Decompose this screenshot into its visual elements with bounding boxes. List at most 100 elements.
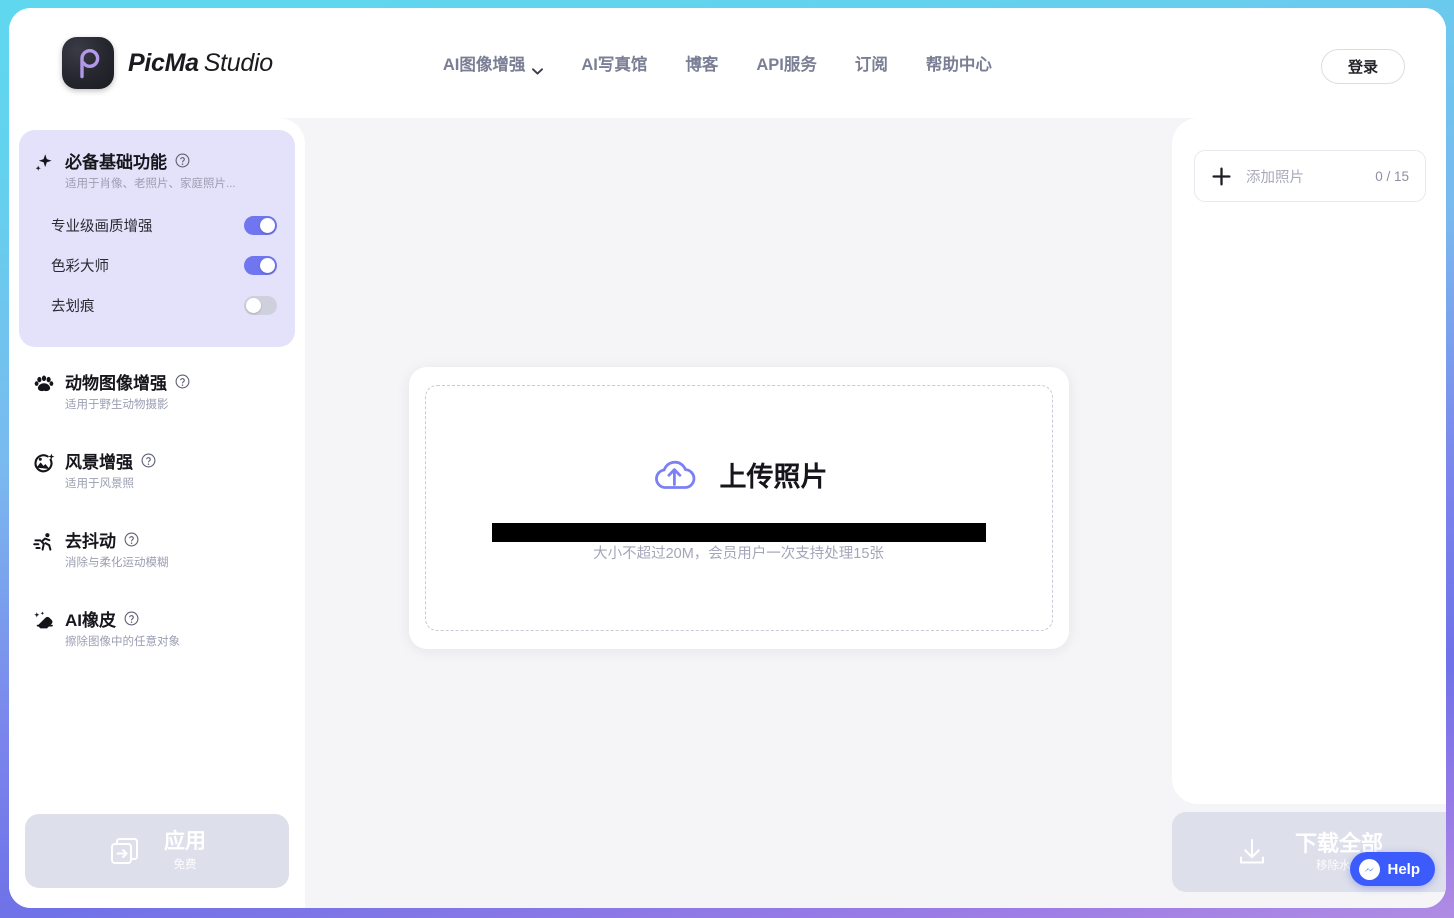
feature-title: 去抖动	[65, 527, 116, 552]
feature-title: 必备基础功能	[65, 148, 167, 173]
main-navigation: AI图像增强 AI写真馆 博客 API服务 订阅	[443, 51, 992, 75]
brand-name-main: PicMa	[128, 49, 199, 77]
sidebar-item-animal-enhance[interactable]: 动物图像增强 适用于野生动物摄影	[19, 351, 295, 426]
app-window: PicMaStudio AI图像增强 AI写真馆 博客	[9, 8, 1446, 908]
feature-title: 动物图像增强	[65, 369, 167, 394]
nav-label: 博客	[685, 51, 718, 75]
nav-item-help-center[interactable]: 帮助中心	[926, 51, 992, 75]
toggle-label: 去划痕	[51, 295, 95, 316]
toggle-switch-pro-quality[interactable]	[244, 216, 277, 235]
feature-subtitle: 适用于肖像、老照片、家庭照片...	[65, 175, 236, 191]
question-circle-icon[interactable]	[124, 611, 139, 626]
nav-label: AI图像增强	[443, 51, 526, 75]
login-button-label: 登录	[1348, 56, 1378, 77]
toggle-row-pro-quality: 专业级画质增强	[51, 205, 277, 245]
feature-subtitle: 擦除图像中的任意对象	[65, 633, 180, 649]
toggle-row-descratch: 去划痕	[51, 285, 277, 325]
feature-subtitle: 适用于野生动物摄影	[65, 396, 190, 412]
feature-header: 必备基础功能 适用于肖像、老照片、家	[33, 148, 281, 191]
picma-p-logo-icon	[62, 37, 114, 89]
photo-list-card: 添加照片 0 / 15	[1172, 118, 1446, 804]
add-photo-label: 添加照片	[1246, 166, 1375, 187]
toggle-switch-descratch[interactable]	[244, 296, 277, 315]
nav-item-subscription[interactable]: 订阅	[855, 51, 888, 75]
upload-card: 上传照片 大小不超过20M，会员用户一次支持处理15张	[409, 367, 1069, 649]
feature-subtitle: 适用于风景照	[65, 475, 156, 491]
feature-sidebar: 必备基础功能 适用于肖像、老照片、家	[9, 118, 305, 908]
apply-button[interactable]: 应用 免费	[25, 814, 289, 888]
sidebar-item-ai-eraser[interactable]: AI橡皮 擦除图像中的任意对象	[19, 588, 295, 663]
cloud-upload-icon	[650, 454, 698, 496]
feature-text-block: AI橡皮 擦除图像中的任意对象	[65, 606, 180, 649]
feature-header: 风景增强 适用于风景照	[33, 448, 281, 491]
nav-item-api-service[interactable]: API服务	[756, 51, 817, 75]
feature-text-block: 去抖动 消除与柔化运动模糊	[65, 527, 169, 570]
feature-title: AI橡皮	[65, 606, 116, 631]
toggle-knob	[246, 298, 261, 313]
site-header: PicMaStudio AI图像增强 AI写真馆 博客	[9, 8, 1446, 118]
feature-header: 动物图像增强 适用于野生动物摄影	[33, 369, 281, 412]
photo-queue-panel: 添加照片 0 / 15 下载全部 移除水印	[1172, 118, 1446, 908]
feature-text-block: 动物图像增强 适用于野生动物摄影	[65, 369, 190, 412]
apply-button-sublabel: 免费	[164, 856, 206, 872]
nav-item-ai-portrait[interactable]: AI写真馆	[581, 51, 647, 75]
nav-label: AI写真馆	[581, 51, 647, 75]
toggle-switch-color-master[interactable]	[244, 256, 277, 275]
upload-title: 上传照片	[720, 455, 828, 494]
landscape-sparkle-icon	[33, 452, 55, 474]
feature-title-line: AI橡皮	[65, 606, 180, 631]
feature-title-line: 风景增强	[65, 448, 156, 473]
nav-item-ai-image-enhance[interactable]: AI图像增强	[443, 51, 544, 75]
upload-hint: 大小不超过20M，会员用户一次支持处理15张	[593, 542, 884, 563]
toggle-label: 色彩大师	[51, 255, 109, 276]
feature-header: AI橡皮 擦除图像中的任意对象	[33, 606, 281, 649]
feature-header: 去抖动 消除与柔化运动模糊	[33, 527, 281, 570]
question-circle-icon[interactable]	[141, 453, 156, 468]
feature-text-block: 风景增强 适用于风景照	[65, 448, 156, 491]
apply-button-texts: 应用 免费	[164, 830, 206, 871]
running-person-icon	[33, 531, 55, 553]
toggle-label: 专业级画质增强	[51, 215, 153, 236]
apply-arrow-icon	[108, 834, 142, 868]
photo-count-badge: 0 / 15	[1375, 169, 1409, 184]
question-circle-icon[interactable]	[175, 153, 190, 168]
feature-text-block: 必备基础功能 适用于肖像、老照片、家	[65, 148, 236, 191]
question-circle-icon[interactable]	[124, 532, 139, 547]
feature-list: 必备基础功能 适用于肖像、老照片、家	[19, 130, 295, 814]
upload-hint-wrap: 大小不超过20M，会员用户一次支持处理15张	[492, 542, 986, 563]
messenger-icon	[1359, 859, 1380, 880]
apply-button-label: 应用	[164, 830, 206, 854]
sidebar-item-essential-features[interactable]: 必备基础功能 适用于肖像、老照片、家	[19, 130, 295, 347]
add-photo-button[interactable]: 添加照片 0 / 15	[1194, 150, 1426, 202]
brand-logo[interactable]: PicMaStudio	[62, 37, 273, 89]
nav-label: API服务	[756, 51, 817, 75]
help-label: Help	[1387, 861, 1420, 878]
brand-name: PicMaStudio	[128, 49, 273, 78]
help-chat-button[interactable]: Help	[1350, 852, 1435, 886]
body-area: 必备基础功能 适用于肖像、老照片、家	[9, 118, 1446, 908]
feature-title-line: 去抖动	[65, 527, 169, 552]
login-button[interactable]: 登录	[1321, 49, 1405, 84]
eraser-sparkle-icon	[33, 610, 55, 632]
feature-toggle-list: 专业级画质增强 色彩大师 去划痕	[33, 205, 281, 325]
canvas-area: 上传照片 大小不超过20M，会员用户一次支持处理15张	[305, 118, 1172, 908]
nav-item-blog[interactable]: 博客	[685, 51, 718, 75]
feature-title-line: 动物图像增强	[65, 369, 190, 394]
download-icon	[1235, 835, 1269, 869]
sidebar-item-landscape-enhance[interactable]: 风景增强 适用于风景照	[19, 430, 295, 505]
question-circle-icon[interactable]	[175, 374, 190, 389]
toggle-knob	[260, 258, 275, 273]
sidebar-item-deblur[interactable]: 去抖动 消除与柔化运动模糊	[19, 509, 295, 584]
chevron-down-icon	[532, 61, 543, 68]
nav-label: 帮助中心	[926, 51, 992, 75]
plus-icon	[1211, 166, 1232, 187]
nav-label: 订阅	[855, 51, 888, 75]
toggle-knob	[260, 218, 275, 233]
redaction-bar	[492, 523, 986, 542]
upload-dropzone[interactable]: 上传照片 大小不超过20M，会员用户一次支持处理15张	[425, 385, 1053, 631]
toggle-row-color-master: 色彩大师	[51, 245, 277, 285]
feature-title: 风景增强	[65, 448, 133, 473]
feature-title-line: 必备基础功能	[65, 148, 236, 173]
paw-icon	[33, 373, 55, 395]
sparkle-icon	[33, 152, 55, 174]
